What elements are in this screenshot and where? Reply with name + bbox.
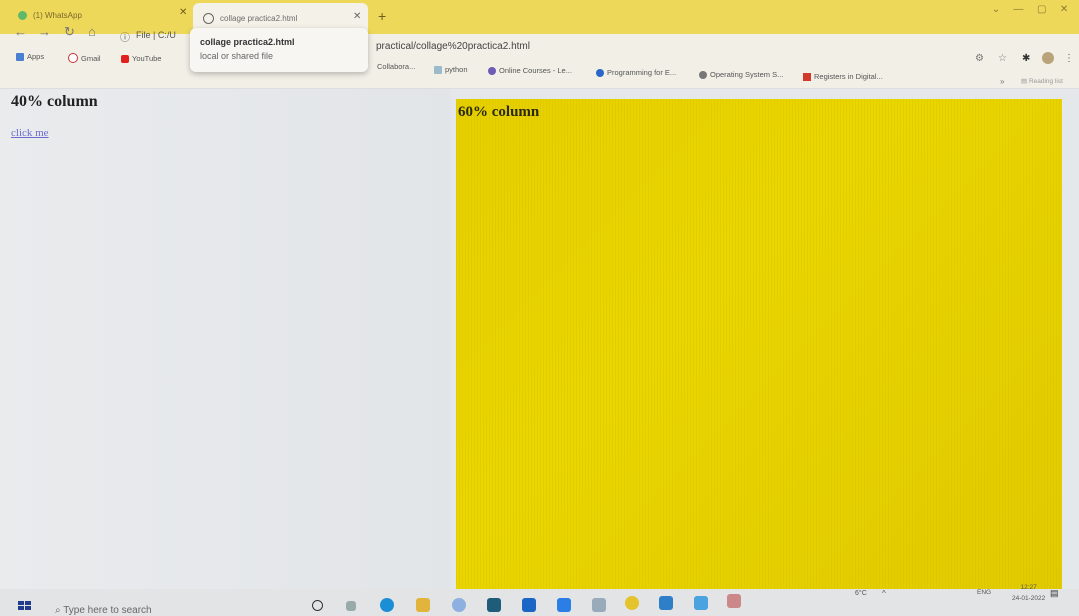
home-icon[interactable]: ⌂: [88, 24, 96, 39]
gmail-icon: [68, 53, 78, 63]
bookmark-collabora[interactable]: Collabora...: [377, 62, 415, 71]
address-scheme: File: [136, 30, 151, 40]
new-tab-button[interactable]: +: [378, 8, 386, 24]
left-column: [0, 89, 450, 589]
windows-start-icon[interactable]: [18, 601, 32, 611]
chevron-down-icon[interactable]: ⌄: [992, 4, 1000, 24]
bookmark-label: Gmail: [81, 53, 101, 63]
app-icon[interactable]: [452, 598, 466, 612]
clock-date: 24-01-2022: [1012, 595, 1046, 602]
registers-icon: [803, 72, 811, 81]
puzzle-icon[interactable]: ✱: [1022, 53, 1030, 64]
chrome-icon[interactable]: [625, 596, 639, 610]
python-icon: [434, 65, 442, 74]
bookmark-label: Operating System S...: [710, 70, 784, 79]
bookmark-programming[interactable]: Programming for E...: [596, 68, 676, 77]
os-icon: [699, 70, 707, 79]
weather-indicator[interactable]: 6°C: [855, 590, 867, 597]
address-path: practical/collage%20practica2.html: [376, 41, 530, 52]
address-prefix: File | C:/U: [136, 30, 176, 40]
whatsapp-icon: [18, 10, 27, 20]
left-column-heading: 40% column: [11, 93, 98, 110]
info-icon[interactable]: ⓘ: [120, 29, 130, 44]
bookmark-gmail[interactable]: Gmail: [68, 53, 101, 63]
bookmark-apps[interactable]: Apps: [16, 52, 44, 61]
minimize-button[interactable]: —: [1014, 4, 1024, 24]
extensions-icon[interactable]: ⚙: [975, 53, 984, 64]
menu-icon[interactable]: ⋮: [1064, 53, 1074, 64]
tab-title: collage practica2.html: [220, 14, 298, 23]
apps-icon: [16, 52, 24, 61]
programming-icon: [596, 68, 604, 77]
bookmark-label: Registers in Digital...: [814, 72, 883, 81]
bookmark-registers[interactable]: Registers in Digital...: [803, 72, 883, 81]
bookmark-operating-system[interactable]: Operating System S...: [699, 70, 783, 79]
mail-icon[interactable]: [522, 598, 536, 612]
bookmark-label: Collabora...: [377, 62, 416, 71]
bookmark-label: Programming for E...: [607, 68, 677, 77]
bookmark-label: Online Courses - Le...: [499, 66, 572, 75]
back-arrow-icon[interactable]: ←: [14, 24, 27, 39]
hover-card-title: collage practica2.html: [200, 37, 295, 47]
taskbar-search[interactable]: ⌕ Type here to search: [55, 605, 152, 616]
cortana-icon[interactable]: [312, 600, 323, 611]
tab-hover-card: collage practica2.html local or shared f…: [190, 28, 368, 72]
reading-list-button[interactable]: ▤ Reading list: [1021, 77, 1063, 85]
right-column-heading: 60% column: [458, 104, 540, 120]
courses-icon: [488, 66, 496, 75]
chat-icon[interactable]: [557, 598, 571, 612]
globe-icon: [203, 13, 214, 24]
file-explorer-icon[interactable]: [416, 598, 430, 612]
right-column: [456, 99, 1062, 589]
more-bookmarks-icon[interactable]: »: [1000, 77, 1004, 86]
bookmark-label: Apps: [27, 52, 45, 61]
bookmark-online-courses[interactable]: Online Courses - Le...: [488, 66, 572, 75]
search-placeholder: Type here to search: [63, 605, 152, 616]
avatar[interactable]: [1042, 52, 1054, 64]
edge-icon[interactable]: [380, 598, 394, 612]
window-controls: ⌄ — ▢ ✕: [985, 4, 1075, 24]
youtube-icon: [121, 54, 129, 63]
star-icon[interactable]: ☆: [998, 53, 1007, 64]
app-icon-2[interactable]: [727, 594, 741, 608]
language-indicator[interactable]: ENG: [977, 589, 991, 596]
bookmark-label: python: [445, 65, 468, 74]
forward-arrow-icon[interactable]: →: [38, 24, 51, 39]
close-window-button[interactable]: ✕: [1060, 4, 1068, 24]
notification-icon[interactable]: ▤: [1050, 588, 1059, 599]
bookmark-label: YouTube: [132, 54, 162, 63]
reading-list-label: Reading list: [1028, 78, 1063, 85]
task-view-icon[interactable]: [346, 601, 356, 611]
address-path-start: C:/U: [157, 30, 176, 40]
tab-whatsapp[interactable]: (1) WhatsApp ✕: [4, 0, 194, 30]
store-icon[interactable]: [487, 598, 501, 612]
bookmark-youtube[interactable]: YouTube: [121, 54, 161, 63]
photos-icon[interactable]: [592, 598, 606, 612]
paint-icon[interactable]: [694, 596, 708, 610]
hover-card-subtitle: local or shared file: [200, 51, 274, 61]
click-me-link[interactable]: click me: [11, 127, 49, 139]
close-icon[interactable]: ✕: [353, 11, 361, 22]
clock-time: 12:27: [1020, 584, 1037, 591]
clock[interactable]: 12:27 24-01-2022: [1012, 582, 1045, 604]
maximize-button[interactable]: ▢: [1037, 4, 1046, 24]
tab-title: (1) WhatsApp: [33, 10, 82, 20]
close-icon[interactable]: ✕: [179, 7, 187, 18]
taskbar: [0, 589, 1079, 616]
reload-icon[interactable]: ↻: [64, 24, 75, 40]
vscode-icon[interactable]: [659, 596, 673, 610]
chevron-up-icon[interactable]: ^: [882, 589, 886, 598]
bookmark-python[interactable]: python: [434, 65, 468, 74]
